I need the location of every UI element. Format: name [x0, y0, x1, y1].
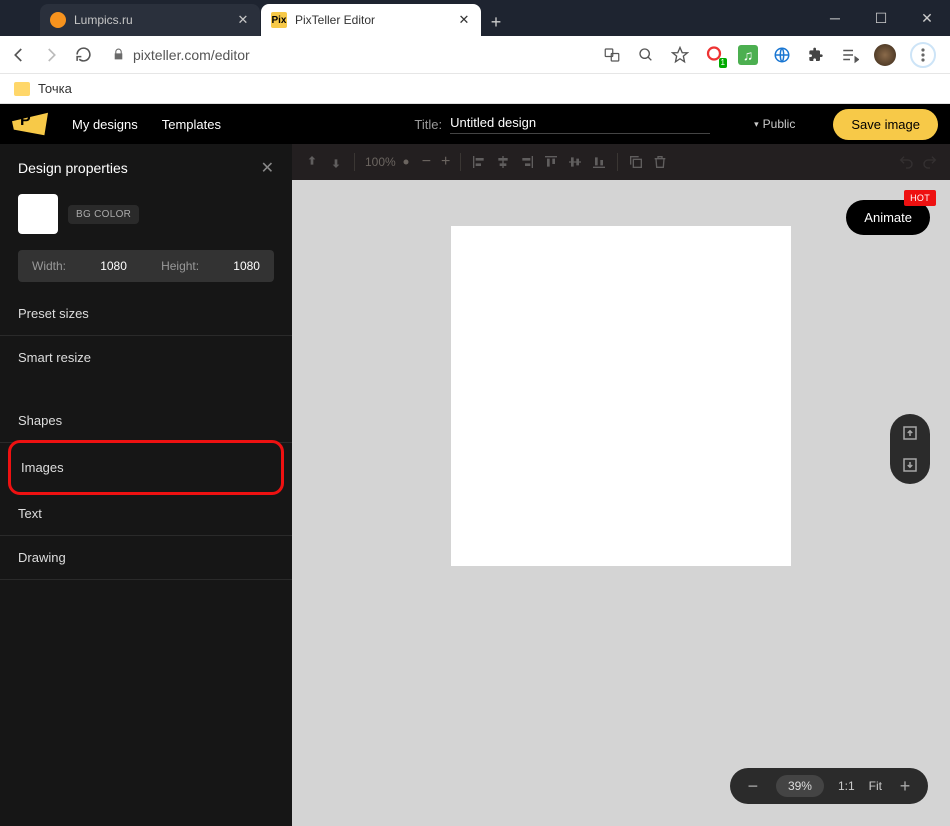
undo-icon[interactable] — [898, 154, 914, 170]
pixteller-app: My designs Templates Title: Public Save … — [0, 104, 950, 826]
align-middle-icon[interactable] — [567, 154, 583, 170]
artboard[interactable] — [451, 226, 791, 566]
app-header: My designs Templates Title: Public Save … — [0, 104, 950, 144]
zoom-percent[interactable]: 39% — [776, 775, 824, 797]
browser-menu-button[interactable] — [910, 42, 936, 68]
globe-icon[interactable] — [772, 45, 792, 65]
export-up-icon[interactable] — [901, 424, 919, 442]
size-row[interactable]: Width: 1080 Height: 1080 — [18, 250, 274, 282]
width-label: Width: — [32, 259, 66, 273]
export-down-icon[interactable] — [901, 456, 919, 474]
zoom-actual-button[interactable]: 1:1 — [838, 779, 855, 793]
close-panel-button[interactable]: ✕ — [261, 158, 274, 178]
extensions-puzzle-icon[interactable] — [806, 45, 826, 65]
bg-color-row: BG COLOR — [0, 188, 292, 246]
bring-forward-icon[interactable] — [304, 154, 320, 170]
zoom-icon[interactable] — [636, 45, 656, 65]
preset-sizes-link[interactable]: Preset sizes — [0, 292, 292, 336]
redo-icon[interactable] — [922, 154, 938, 170]
design-title-input[interactable] — [450, 115, 710, 134]
sidebar-item-images-wrap: Images — [0, 443, 292, 492]
app-body: Design properties ✕ BG COLOR Width: 1080… — [0, 144, 950, 826]
panel-header: Design properties ✕ — [0, 144, 292, 188]
window-controls: ─ ☐ ✕ — [812, 0, 950, 36]
align-bottom-icon[interactable] — [591, 154, 607, 170]
panel-title: Design properties — [18, 160, 128, 176]
playlist-icon[interactable] — [840, 45, 860, 65]
arrange-tools — [304, 154, 344, 170]
canvas-viewport[interactable] — [292, 180, 950, 826]
nav-my-designs[interactable]: My designs — [72, 117, 138, 132]
title-label: Title: — [414, 117, 442, 132]
send-backward-icon[interactable] — [328, 154, 344, 170]
align-top-icon[interactable] — [543, 154, 559, 170]
zoom-controls: − 39% 1:1 Fit + — [730, 768, 928, 804]
extension-opera-icon[interactable]: 1 — [704, 45, 724, 65]
nav-templates[interactable]: Templates — [162, 117, 221, 132]
smart-resize-link[interactable]: Smart resize — [0, 336, 292, 379]
url-field[interactable]: pixteller.com/editor — [104, 47, 592, 63]
minimize-button[interactable]: ─ — [812, 0, 858, 36]
animate-button[interactable]: Animate HOT — [846, 200, 930, 235]
zoom-fit-button[interactable]: Fit — [869, 779, 882, 793]
height-value: 1080 — [233, 259, 260, 273]
floating-export-panel — [890, 414, 930, 484]
close-window-button[interactable]: ✕ — [904, 0, 950, 36]
close-icon[interactable]: ✕ — [236, 13, 250, 27]
save-image-button[interactable]: Save image — [833, 109, 938, 140]
lock-icon — [112, 48, 125, 61]
tab-pixteller[interactable]: Pix PixTeller Editor ✕ — [261, 4, 481, 36]
zoom-minus-button[interactable]: − — [744, 777, 762, 795]
sidebar: Design properties ✕ BG COLOR Width: 1080… — [0, 144, 292, 826]
zoom-plus-button[interactable]: + — [896, 777, 914, 795]
star-icon[interactable] — [670, 45, 690, 65]
extension-icons: 1 ♫ — [602, 42, 942, 68]
tab-lumpics[interactable]: Lumpics.ru ✕ — [40, 4, 260, 36]
align-right-icon[interactable] — [519, 154, 535, 170]
forward-button[interactable] — [40, 44, 62, 66]
zoom-out-icon[interactable]: − — [422, 153, 431, 171]
pixteller-logo[interactable] — [12, 110, 48, 138]
translate-icon[interactable] — [602, 45, 622, 65]
sidebar-item-drawing[interactable]: Drawing — [0, 536, 292, 580]
address-bar: pixteller.com/editor 1 ♫ — [0, 36, 950, 74]
sidebar-item-text[interactable]: Text — [0, 492, 292, 536]
canvas-area: 100% − + — [292, 144, 950, 826]
new-tab-button[interactable]: + — [482, 8, 510, 36]
align-left-icon[interactable] — [471, 154, 487, 170]
sidebar-item-shapes[interactable]: Shapes — [0, 399, 292, 443]
tab-title: Lumpics.ru — [74, 13, 133, 27]
trash-icon[interactable] — [652, 154, 668, 170]
extension-music-icon[interactable]: ♫ — [738, 45, 758, 65]
bookmarks-bar: Точка — [0, 74, 950, 104]
visibility-toggle[interactable]: Public — [754, 117, 795, 131]
undo-redo — [898, 154, 938, 170]
hot-badge: HOT — [904, 190, 936, 206]
duplicate-icon[interactable] — [628, 154, 644, 170]
zoom-in-icon[interactable]: + — [441, 153, 450, 171]
reload-button[interactable] — [72, 44, 94, 66]
folder-icon — [14, 82, 30, 96]
tab-strip: Lumpics.ru ✕ Pix PixTeller Editor ✕ + — [0, 0, 950, 36]
align-tools — [471, 154, 607, 170]
clipboard-tools — [628, 154, 668, 170]
url-text: pixteller.com/editor — [133, 47, 250, 63]
height-label: Height: — [161, 259, 199, 273]
favicon-pixteller: Pix — [271, 12, 287, 28]
title-area: Title: — [414, 115, 710, 134]
favicon-lumpics — [50, 12, 66, 28]
back-button[interactable] — [8, 44, 30, 66]
profile-avatar[interactable] — [874, 44, 896, 66]
width-value: 1080 — [100, 259, 127, 273]
bookmark-item[interactable]: Точка — [38, 81, 72, 96]
bg-color-label: BG COLOR — [68, 205, 139, 224]
align-center-icon[interactable] — [495, 154, 511, 170]
tab-title: PixTeller Editor — [295, 13, 375, 27]
close-icon[interactable]: ✕ — [457, 13, 471, 27]
maximize-button[interactable]: ☐ — [858, 0, 904, 36]
toolbar-zoom[interactable]: 100% — [365, 155, 412, 169]
bg-color-swatch[interactable] — [18, 194, 58, 234]
toolbar: 100% − + — [292, 144, 950, 180]
sidebar-item-images[interactable]: Images — [8, 440, 284, 495]
